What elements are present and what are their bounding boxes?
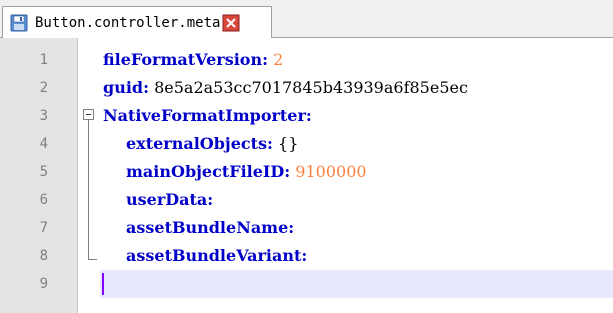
save-icon <box>9 13 29 33</box>
yaml-key: externalObjects: <box>126 134 273 153</box>
code-text: fileFormatVersion: 2 <box>103 46 283 74</box>
yaml-key: userData: <box>126 190 214 209</box>
yaml-key: assetBundleName: <box>126 218 295 237</box>
text-caret <box>102 273 104 295</box>
yaml-key: NativeFormatImporter: <box>103 106 312 125</box>
code-line[interactable]: 3 NativeFormatImporter: <box>0 102 613 130</box>
line-number: 9 <box>39 276 48 292</box>
yaml-key: guid: <box>103 78 149 97</box>
yaml-value: 9100000 <box>295 162 367 181</box>
line-number: 8 <box>39 248 48 264</box>
code-text: userData: <box>126 186 213 214</box>
yaml-key: fileFormatVersion: <box>103 50 269 69</box>
code-text: assetBundleVariant: <box>126 242 307 270</box>
line-number: 5 <box>39 164 48 180</box>
line-number: 1 <box>39 52 48 68</box>
yaml-value: {} <box>278 134 299 153</box>
code-line[interactable]: 8 assetBundleVariant: <box>0 242 613 270</box>
line-number: 7 <box>39 220 48 236</box>
code-line[interactable]: 2 guid: 8e5a2a53cc7017845b43939a6f85e5ec <box>0 74 613 102</box>
code-text: assetBundleName: <box>126 214 294 242</box>
line-number: 3 <box>39 108 48 124</box>
yaml-key: assetBundleVariant: <box>126 246 308 265</box>
yaml-key: mainObjectFileID: <box>126 162 291 181</box>
tab-title: Button.controller.meta <box>35 14 221 31</box>
code-line[interactable]: 4 externalObjects: {} <box>0 130 613 158</box>
code-text: guid: 8e5a2a53cc7017845b43939a6f85e5ec <box>103 74 468 102</box>
code-line[interactable]: 9 <box>0 270 613 298</box>
code-text: NativeFormatImporter: <box>103 102 312 130</box>
line-number: 6 <box>39 192 48 208</box>
file-tab[interactable]: Button.controller.meta <box>2 6 272 38</box>
text-editor[interactable]: 1 fileFormatVersion: 2 2 guid: 8e5a2a53cc70… <box>0 38 613 313</box>
yaml-value: 8e5a2a53cc7017845b43939a6f85e5ec <box>154 78 468 97</box>
line-number: 2 <box>39 80 48 96</box>
yaml-value: 2 <box>273 50 284 69</box>
line-number: 4 <box>39 136 48 152</box>
close-icon[interactable] <box>222 14 240 32</box>
code-line[interactable]: 1 fileFormatVersion: 2 <box>0 46 613 74</box>
code-text: mainObjectFileID: 9100000 <box>126 158 367 186</box>
code-line[interactable]: 7 assetBundleName: <box>0 214 613 242</box>
code-text: externalObjects: {} <box>126 130 298 158</box>
code-line[interactable]: 5 mainObjectFileID: 9100000 <box>0 158 613 186</box>
code-line[interactable]: 6 userData: <box>0 186 613 214</box>
tab-bar: Button.controller.meta <box>0 0 613 38</box>
